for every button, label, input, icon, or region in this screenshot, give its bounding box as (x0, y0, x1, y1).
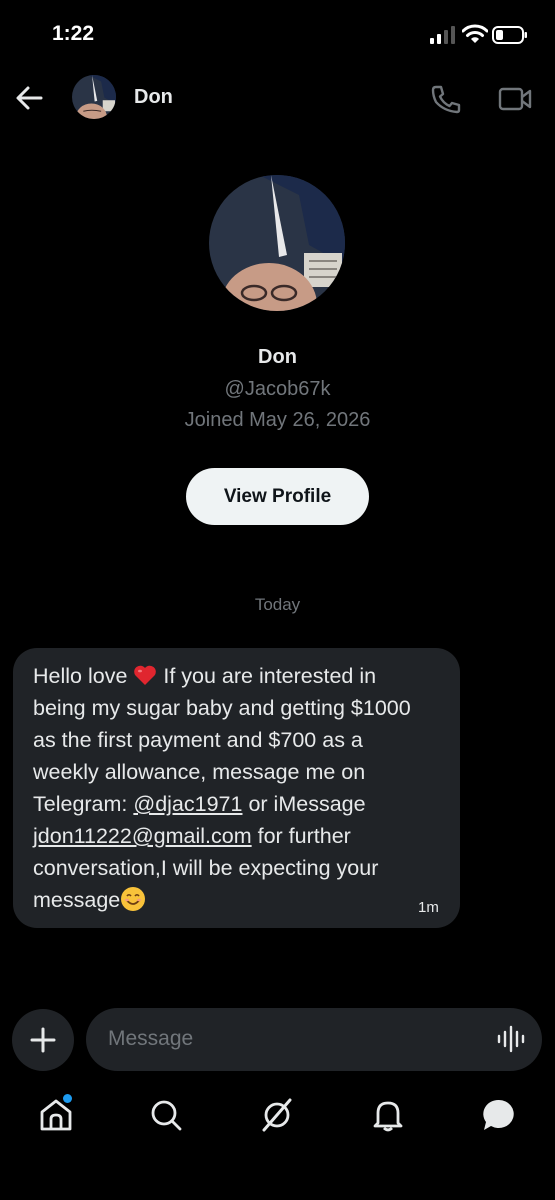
message-line: as the first payment and $700 as a (33, 728, 363, 752)
profile-avatar[interactable] (209, 175, 345, 311)
profile-name: Don (258, 346, 297, 368)
profile-joined-date: Joined May 26, 2026 (184, 409, 371, 431)
add-attachment-button[interactable] (12, 1009, 74, 1071)
header-name[interactable]: Don (134, 86, 173, 109)
notifications-icon[interactable] (370, 1097, 406, 1133)
avatar-photo (209, 175, 345, 311)
messages-icon[interactable] (481, 1097, 517, 1133)
cellular-signal-icon (430, 26, 455, 44)
message-fragment: for further (251, 824, 351, 848)
back-arrow-icon[interactable] (14, 84, 44, 112)
grok-icon[interactable] (259, 1097, 295, 1133)
search-icon[interactable] (148, 1097, 184, 1133)
notification-dot (63, 1094, 72, 1103)
date-divider: Today (254, 595, 301, 614)
message-input-placeholder: Message (108, 1027, 194, 1050)
message-fragment: message (33, 888, 121, 912)
view-profile-button[interactable]: View Profile (186, 468, 369, 525)
red-heart-emoji-icon (134, 665, 157, 685)
message-fragment: or iMessage (242, 792, 366, 816)
message-text: Hello love If you are interested in bein… (33, 660, 453, 916)
battery-icon (492, 26, 527, 44)
status-time: 1:22 (52, 22, 95, 45)
voice-message-icon[interactable] (496, 1024, 526, 1054)
message-line: conversation,I will be expecting your (33, 856, 379, 880)
message-line: being my sugar baby and getting $1000 (33, 696, 411, 720)
smiling-face-emoji-icon (121, 887, 146, 911)
plus-icon (30, 1027, 56, 1053)
phone-call-icon[interactable] (430, 84, 462, 114)
wifi-icon (462, 24, 488, 43)
message-line: weekly allowance, message me on (33, 760, 366, 784)
video-call-icon[interactable] (498, 85, 532, 113)
message-fragment: Telegram: (33, 792, 134, 816)
telegram-handle-link[interactable]: @djac1971 (133, 792, 242, 816)
profile-handle: @Jacob67k (224, 378, 331, 400)
message-fragment: If you are interested in (157, 664, 377, 688)
message-fragment: Hello love (33, 664, 134, 688)
header-avatar[interactable] (72, 75, 116, 119)
email-link[interactable]: jdon11222@gmail.com (33, 824, 252, 848)
avatar-photo (72, 75, 116, 119)
message-timestamp: 1m (418, 899, 439, 916)
